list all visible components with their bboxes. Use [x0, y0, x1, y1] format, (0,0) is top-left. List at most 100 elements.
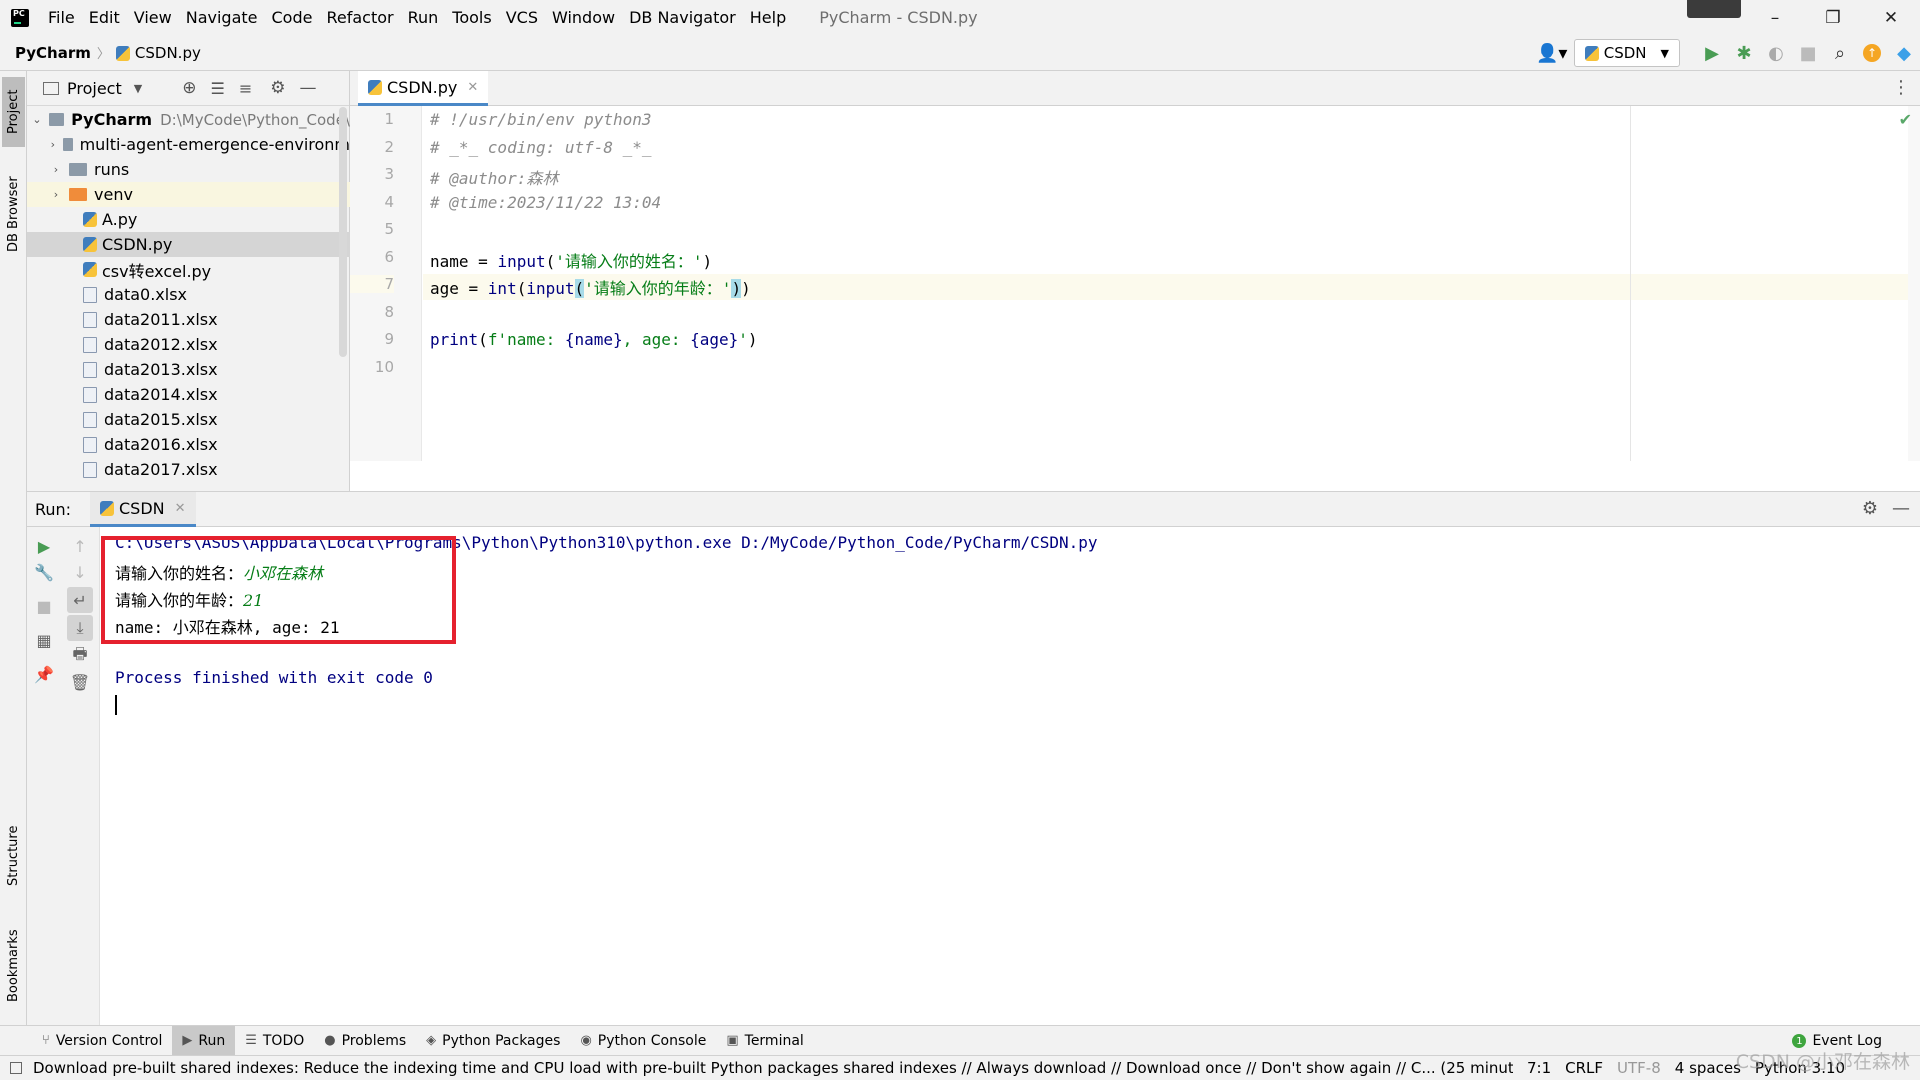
tree-root[interactable]: ⌄ PyCharm D:\MyCode\Python_Code\ [27, 107, 350, 132]
trash-icon[interactable]: 🗑 [67, 669, 93, 695]
stop-icon[interactable]: ■ [1792, 39, 1824, 67]
tool-python-packages[interactable]: ◈ Python Packages [416, 1026, 570, 1056]
tree-item[interactable]: csv转excel.py [27, 257, 350, 282]
tool-terminal[interactable]: ▣ Terminal [716, 1026, 813, 1056]
chevron-right-icon[interactable]: › [49, 138, 57, 151]
chevron-down-icon[interactable]: ▼ [134, 82, 142, 95]
locate-icon[interactable]: ⊕ [182, 78, 196, 98]
close-icon[interactable]: ✕ [467, 80, 478, 95]
menu-db-navigator[interactable]: DB Navigator [622, 0, 743, 35]
tree-item[interactable]: data0.xlsx [27, 282, 350, 307]
run-config-selector[interactable]: CSDN ▼ [1573, 39, 1680, 67]
editor-tab-label: CSDN.py [387, 77, 458, 97]
menu-view[interactable]: View [127, 0, 179, 35]
editor-scrollbar[interactable] [1908, 106, 1920, 461]
tab-db-browser[interactable]: DB Browser [2, 169, 25, 259]
pin-icon[interactable]: 📌 [31, 661, 57, 687]
breadcrumb-file[interactable]: CSDN.py [115, 44, 201, 62]
checkmark-icon[interactable]: ✔ [1899, 110, 1912, 129]
tree-item[interactable]: data2014.xlsx [27, 382, 350, 407]
menu-navigate[interactable]: Navigate [179, 0, 265, 35]
tab-structure[interactable]: Structure [2, 811, 25, 901]
tree-item[interactable]: data2011.xlsx [27, 307, 350, 332]
line-separator[interactable]: CRLF [1565, 1059, 1603, 1077]
code-token-brace-match: ( [574, 279, 585, 298]
run-icon[interactable]: ▶ [1696, 39, 1728, 67]
spreadsheet-file-icon [83, 386, 97, 403]
tree-item-label: data2017.xlsx [104, 460, 218, 479]
text-caret [115, 695, 117, 715]
stop-icon[interactable]: ■ [31, 593, 57, 619]
tree-scrollbar[interactable] [339, 107, 347, 357]
status-bar: Download pre-built shared indexes: Reduc… [0, 1055, 1920, 1080]
close-icon[interactable]: ✕ [175, 501, 186, 516]
menu-run[interactable]: Run [401, 0, 446, 35]
tool-todo[interactable]: ☰ TODO [235, 1026, 314, 1056]
tool-python-console[interactable]: ◉ Python Console [570, 1026, 716, 1056]
search-icon[interactable]: ⌕ [1824, 39, 1856, 67]
menu-window[interactable]: Window [545, 0, 622, 35]
wrench-icon[interactable]: 🔧 [31, 559, 57, 585]
gear-icon[interactable]: ⚙ [1862, 498, 1878, 519]
update-icon[interactable]: ↑ [1856, 39, 1888, 67]
tool-run[interactable]: ▶ Run [172, 1025, 236, 1056]
tree-item[interactable]: › venv [27, 182, 350, 207]
coverage-icon[interactable]: ◐ [1760, 39, 1792, 67]
collapse-all-icon[interactable]: ≡ [239, 79, 252, 98]
project-panel-title[interactable]: Project [67, 79, 122, 98]
tree-item[interactable]: data2015.xlsx [27, 407, 350, 432]
menu-tools[interactable]: Tools [445, 0, 498, 35]
tree-item[interactable]: data2017.xlsx [27, 457, 350, 482]
status-toggle-icon[interactable] [10, 1062, 22, 1074]
scroll-to-end-icon[interactable]: ⤓ [67, 615, 93, 641]
chevron-right-icon[interactable]: › [49, 163, 63, 176]
chevron-right-icon[interactable]: › [49, 188, 63, 201]
tree-item[interactable]: A.py [27, 207, 350, 232]
soft-wrap-icon[interactable]: ↵ [67, 587, 93, 613]
layout-icon[interactable]: ▦ [31, 627, 57, 653]
hide-icon[interactable]: — [1892, 498, 1910, 519]
tab-bookmarks[interactable]: Bookmarks [2, 911, 25, 1021]
menu-help[interactable]: Help [743, 0, 793, 35]
expand-all-icon[interactable]: ☰ [210, 79, 224, 98]
tool-problems[interactable]: ● Problems [314, 1026, 416, 1056]
tab-project[interactable]: Project [2, 77, 25, 147]
tool-version-control[interactable]: ⑂ Version Control [32, 1026, 172, 1056]
gear-icon[interactable]: ⚙ [270, 78, 285, 98]
menu-edit[interactable]: Edit [82, 0, 127, 35]
plugin-icon[interactable]: ◆ [1888, 39, 1920, 67]
cursor-position[interactable]: 7:1 [1527, 1059, 1551, 1077]
file-encoding[interactable]: UTF-8 [1617, 1059, 1661, 1077]
editor-tab-csdn[interactable]: CSDN.py ✕ [358, 71, 489, 106]
menu-refactor[interactable]: Refactor [319, 0, 400, 35]
tool-label: Terminal [744, 1032, 804, 1049]
tree-item[interactable]: data2016.xlsx [27, 432, 350, 457]
tree-item[interactable]: › runs [27, 157, 350, 182]
chevron-down-icon[interactable]: ⌄ [31, 113, 43, 126]
rerun-icon[interactable]: ▶ [31, 533, 57, 559]
maximize-button[interactable]: ❐ [1804, 0, 1862, 35]
print-icon[interactable]: 🖶 [67, 643, 93, 669]
tree-item-selected[interactable]: CSDN.py [27, 232, 350, 257]
tree-item[interactable]: › multi-agent-emergence-environm [27, 132, 350, 157]
more-icon[interactable]: ⋮ [1892, 77, 1910, 98]
code-editor[interactable]: # !/usr/bin/env python3 # _*_ coding: ut… [423, 106, 1920, 461]
menu-code[interactable]: Code [265, 0, 320, 35]
indent-setting[interactable]: 4 spaces [1675, 1059, 1741, 1077]
tree-item[interactable]: data2012.xlsx [27, 332, 350, 357]
arrow-down-icon[interactable]: ↓ [67, 559, 93, 585]
breadcrumb-project[interactable]: PyCharm [15, 44, 91, 62]
tree-item[interactable]: data2013.xlsx [27, 357, 350, 382]
debug-icon[interactable]: ✱ [1728, 39, 1760, 67]
minimize-button[interactable]: – [1746, 0, 1804, 35]
menu-file[interactable]: File [41, 0, 82, 35]
hide-icon[interactable]: — [299, 78, 316, 98]
run-label: Run: [35, 500, 72, 519]
arrow-up-icon[interactable]: ↑ [67, 533, 93, 559]
user-icon[interactable]: 👤▾ [1530, 39, 1574, 67]
run-tab-csdn[interactable]: CSDN ✕ [90, 492, 196, 527]
status-message[interactable]: Download pre-built shared indexes: Reduc… [33, 1059, 1513, 1077]
close-window-button[interactable]: ✕ [1862, 0, 1920, 35]
menu-vcs[interactable]: VCS [499, 0, 545, 35]
line-number: 3 [384, 165, 394, 183]
